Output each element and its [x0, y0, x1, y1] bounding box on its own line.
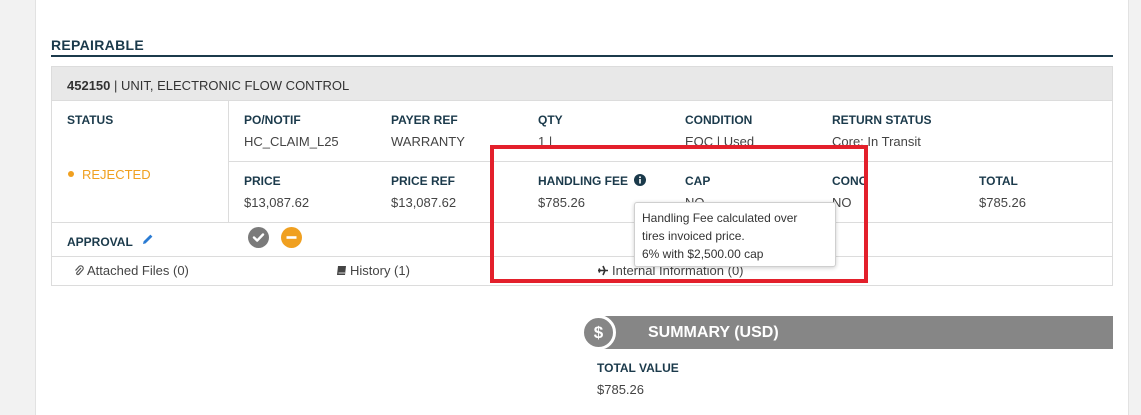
section-divider	[51, 55, 1113, 57]
tooltip-line-3: 6% with $2,500.00 cap	[642, 247, 764, 261]
price-ref-value: $13,087.62	[391, 195, 457, 210]
info-icon[interactable]	[634, 174, 647, 186]
handling-fee-label-text: HANDLING FEE	[538, 174, 628, 188]
section-title: REPAIRABLE	[51, 37, 144, 53]
history-text: History (1)	[350, 263, 410, 278]
qty-value: 1 |	[538, 134, 553, 149]
handling-fee-label: HANDLING FEE	[538, 174, 647, 188]
airplane-icon	[598, 265, 608, 276]
total-value: $785.26	[979, 195, 1026, 210]
book-icon	[337, 266, 346, 275]
po-label: PO/NOTIF	[244, 113, 301, 127]
return-status-value: Core: In Transit	[832, 134, 921, 149]
price-value: $13,087.62	[244, 195, 310, 210]
part-header: 452150 | UNIT, ELECTRONIC FLOW CONTROL	[52, 67, 1112, 101]
qty-label: QTY	[538, 113, 563, 127]
status-label: STATUS	[67, 113, 114, 127]
minus-icon[interactable]	[281, 227, 302, 248]
check-icon[interactable]	[248, 227, 269, 248]
po-value: HC_CLAIM_L25	[244, 134, 339, 149]
handling-fee-value: $785.26	[538, 195, 585, 210]
conc-label: CONC	[832, 174, 868, 188]
status-value: REJECTED	[82, 167, 151, 182]
tooltip-line-1: Handling Fee calculated over	[642, 211, 798, 225]
history-link[interactable]: History (1)	[336, 263, 410, 278]
condition-value: EOC | Used	[685, 134, 755, 149]
cap-label: CAP	[685, 174, 711, 188]
pencil-icon[interactable]	[142, 233, 154, 245]
paperclip-icon	[75, 265, 84, 276]
tooltip-line-2: tires invoiced price.	[642, 229, 745, 243]
condition-label: CONDITION	[685, 113, 753, 127]
dollar-icon: $	[581, 315, 616, 350]
details-row-1: PO/NOTIF HC_CLAIM_L25 PAYER REF WARRANTY…	[229, 101, 1112, 162]
approval-label: APPROVAL	[67, 235, 133, 249]
attached-files-link[interactable]: Attached Files (0)	[74, 263, 189, 278]
summary-total-label: TOTAL VALUE	[597, 361, 679, 375]
handling-fee-tooltip: Handling Fee calculated over tires invoi…	[634, 202, 836, 267]
part-separator: |	[110, 78, 121, 93]
summary-title: SUMMARY (USD)	[648, 324, 779, 341]
attached-files-text: Attached Files (0)	[87, 263, 189, 278]
summary-total-value: $785.26	[597, 382, 644, 397]
part-description: UNIT, ELECTRONIC FLOW CONTROL	[121, 78, 350, 93]
approval-row: APPROVAL	[52, 222, 1112, 256]
part-number: 452150	[67, 78, 111, 93]
price-ref-label: PRICE REF	[391, 174, 456, 188]
status-dot-icon	[68, 171, 74, 177]
payer-ref-label: PAYER REF	[391, 113, 458, 127]
total-label: TOTAL	[979, 174, 1018, 188]
payer-ref-value: WARRANTY	[391, 134, 465, 149]
part-card: 452150 | UNIT, ELECTRONIC FLOW CONTROL S…	[51, 66, 1113, 286]
status-column: STATUS REJECTED	[52, 101, 229, 222]
price-label: PRICE	[244, 174, 281, 188]
links-row: Attached Files (0) History (1) Internal …	[52, 256, 1112, 286]
return-status-label: RETURN STATUS	[832, 113, 932, 127]
